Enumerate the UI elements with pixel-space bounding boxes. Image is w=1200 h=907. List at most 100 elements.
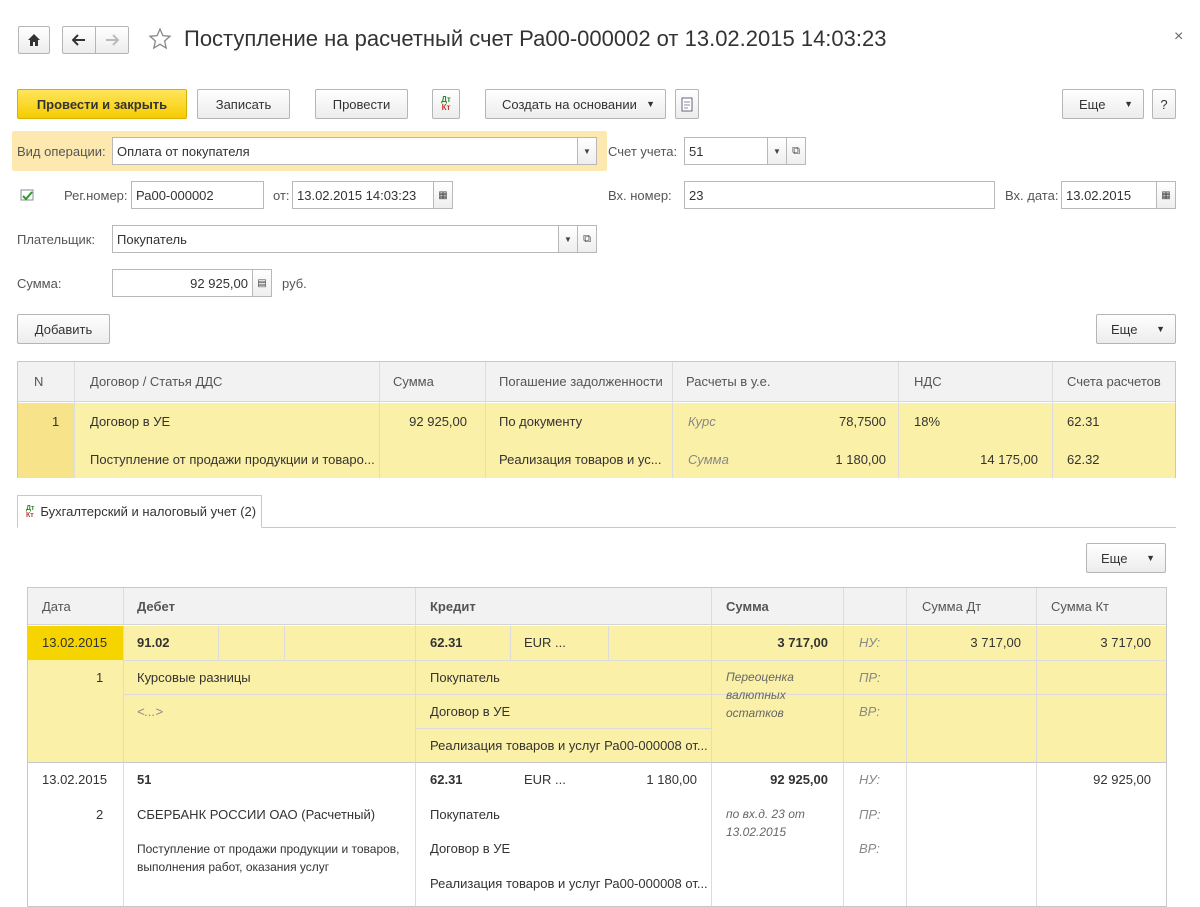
incoming-date-label: Вх. дата:: [1005, 188, 1059, 203]
arrow-left-icon: [72, 34, 85, 46]
tab-accounting[interactable]: Дт Кт Бухгалтерский и налоговый учет (2): [17, 495, 262, 528]
more-button[interactable]: Еще ▼: [1062, 89, 1144, 119]
row-number-cell: [18, 403, 74, 478]
account-field[interactable]: 51: [684, 137, 768, 165]
account-label: Счет учета:: [608, 144, 678, 159]
ledger-credit-subconto-1: Покупатель: [430, 670, 500, 685]
help-button[interactable]: ?: [1152, 89, 1176, 119]
account-open[interactable]: ⧉: [786, 137, 806, 165]
ledger-credit-account: 62.31: [430, 772, 463, 787]
reg-number-field[interactable]: Ра00-000002: [131, 181, 264, 209]
col-header-vat[interactable]: НДС: [914, 374, 942, 389]
dropdown-arrow-icon: ▼: [1124, 99, 1133, 109]
row-account-1: 62.31: [1067, 414, 1100, 429]
forward-button[interactable]: [95, 26, 129, 54]
col-header-accounts[interactable]: Счета расчетов: [1067, 374, 1161, 389]
col-header-currency-settlement[interactable]: Расчеты в у.е.: [686, 374, 770, 389]
save-button[interactable]: Записать: [197, 89, 290, 119]
ledger-credit-currency: EUR ...: [524, 635, 566, 650]
calendar-icon: ▦: [438, 189, 448, 201]
ledger-sum-kt: 92 925,00: [1093, 772, 1151, 787]
ledger-col-credit[interactable]: Кредит: [430, 599, 476, 614]
post-and-close-button[interactable]: Провести и закрыть: [17, 89, 187, 119]
ledger-vr-label: ВР:: [859, 841, 880, 856]
operation-type-dropdown[interactable]: ▼: [577, 137, 597, 165]
dropdown-arrow-icon: ▼: [773, 146, 781, 156]
col-header-sum[interactable]: Сумма: [393, 374, 434, 389]
row-rate-label: Курс: [688, 414, 716, 429]
dropdown-arrow-icon: ▼: [1156, 324, 1165, 334]
incoming-number-field[interactable]: 23: [684, 181, 995, 209]
incoming-number-label: Вх. номер:: [608, 188, 672, 203]
ledger-credit-account: 62.31: [430, 635, 463, 650]
ledger-comment: Переоценка валютных остатков: [726, 670, 794, 720]
sum-calculator[interactable]: ▤: [252, 269, 272, 297]
row-sum: 92 925,00: [409, 414, 467, 429]
row-article: Поступление от продажи продукции и товар…: [90, 452, 375, 467]
dropdown-arrow-icon: ▼: [564, 234, 572, 244]
home-button[interactable]: [18, 26, 50, 54]
post-button[interactable]: Провести: [315, 89, 408, 119]
close-icon[interactable]: ×: [1174, 28, 1183, 46]
col-header-n[interactable]: N: [34, 374, 43, 389]
ledger-header-row: [28, 588, 1166, 625]
more-label: Еще: [1111, 321, 1138, 337]
ledger-col-sum-kt[interactable]: Сумма Кт: [1051, 599, 1109, 614]
ledger-row-number: 1: [96, 670, 104, 685]
ledger-col-sum[interactable]: Сумма: [726, 599, 769, 614]
payer-dropdown[interactable]: ▼: [558, 225, 578, 253]
add-row-button[interactable]: Добавить: [17, 314, 110, 344]
tab-accounting-label: Бухгалтерский и налоговый учет (2): [40, 504, 257, 519]
date-from-calendar[interactable]: ▦: [433, 181, 453, 209]
dtkt-button[interactable]: Дт Кт: [432, 89, 460, 119]
dropdown-arrow-icon: ▼: [1146, 553, 1155, 563]
reg-number-label: Рег.номер:: [64, 188, 128, 203]
ledger-more-button[interactable]: Еще ▼: [1086, 543, 1166, 573]
row-vat-sum: 14 175,00: [980, 452, 1038, 467]
ledger-debit-subconto-2: Поступление от продажи продукции и товар…: [137, 842, 400, 874]
ledger-sum-dt: 3 717,00: [970, 635, 1021, 650]
ledger-pr-label: ПР:: [859, 670, 881, 685]
print-button[interactable]: [675, 89, 699, 119]
ledger-row-date: 13.02.2015: [42, 772, 108, 787]
col-header-repayment[interactable]: Погашение задолженности: [499, 374, 663, 389]
dtkt-icon: Дт Кт: [441, 95, 451, 112]
ledger-credit-subconto-1: Покупатель: [430, 807, 500, 822]
ledger-sum-kt: 3 717,00: [1100, 635, 1151, 650]
more-label: Еще: [1079, 96, 1106, 112]
dtkt-icon: Дт Кт: [26, 504, 35, 519]
ledger-nu-label: НУ:: [859, 635, 881, 650]
date-from-field[interactable]: 13.02.2015 14:03:23: [292, 181, 434, 209]
account-dropdown[interactable]: ▼: [767, 137, 787, 165]
table-more-button[interactable]: Еще ▼: [1096, 314, 1176, 344]
calendar-icon: ▦: [1161, 189, 1171, 201]
row-vat-rate: 18%: [914, 414, 941, 429]
more-label: Еще: [1101, 550, 1128, 566]
operation-type-field[interactable]: Оплата от покупателя: [112, 137, 578, 165]
window-title: Поступление на расчетный счет Ра00-00000…: [184, 26, 887, 51]
incoming-date-calendar[interactable]: ▦: [1156, 181, 1176, 209]
ledger-col-date[interactable]: Дата: [42, 599, 71, 614]
row-account-2: 62.32: [1067, 452, 1100, 467]
create-based-on-label: Создать на основании: [502, 96, 637, 112]
ledger-col-sum-dt[interactable]: Сумма Дт: [922, 599, 981, 614]
home-icon: [28, 34, 40, 46]
sum-field[interactable]: 92 925,00: [112, 269, 253, 297]
payer-open[interactable]: ⧉: [577, 225, 597, 253]
ledger-comment: по вх.д. 23 от 13.02.2015: [726, 807, 805, 839]
payer-field[interactable]: Покупатель: [112, 225, 559, 253]
ledger-credit-currency-amount: 1 180,00: [646, 772, 697, 787]
dropdown-arrow-icon: ▼: [646, 99, 655, 109]
back-button[interactable]: [62, 26, 96, 54]
row-rate-value: 78,7500: [839, 414, 886, 429]
ledger-credit-subconto-2: Договор в УЕ: [430, 841, 511, 856]
payer-label: Плательщик:: [17, 232, 96, 247]
incoming-date-field[interactable]: 13.02.2015: [1061, 181, 1157, 209]
col-header-contract[interactable]: Договор / Статья ДДС: [90, 374, 222, 389]
calculator-icon: ▤: [257, 277, 267, 289]
create-based-on-button[interactable]: Создать на основании ▼: [485, 89, 666, 119]
star-icon[interactable]: [148, 27, 172, 54]
ledger-col-debit[interactable]: Дебет: [137, 599, 175, 614]
operation-type-label: Вид операции:: [17, 144, 106, 159]
ledger-sum: 3 717,00: [777, 635, 828, 650]
